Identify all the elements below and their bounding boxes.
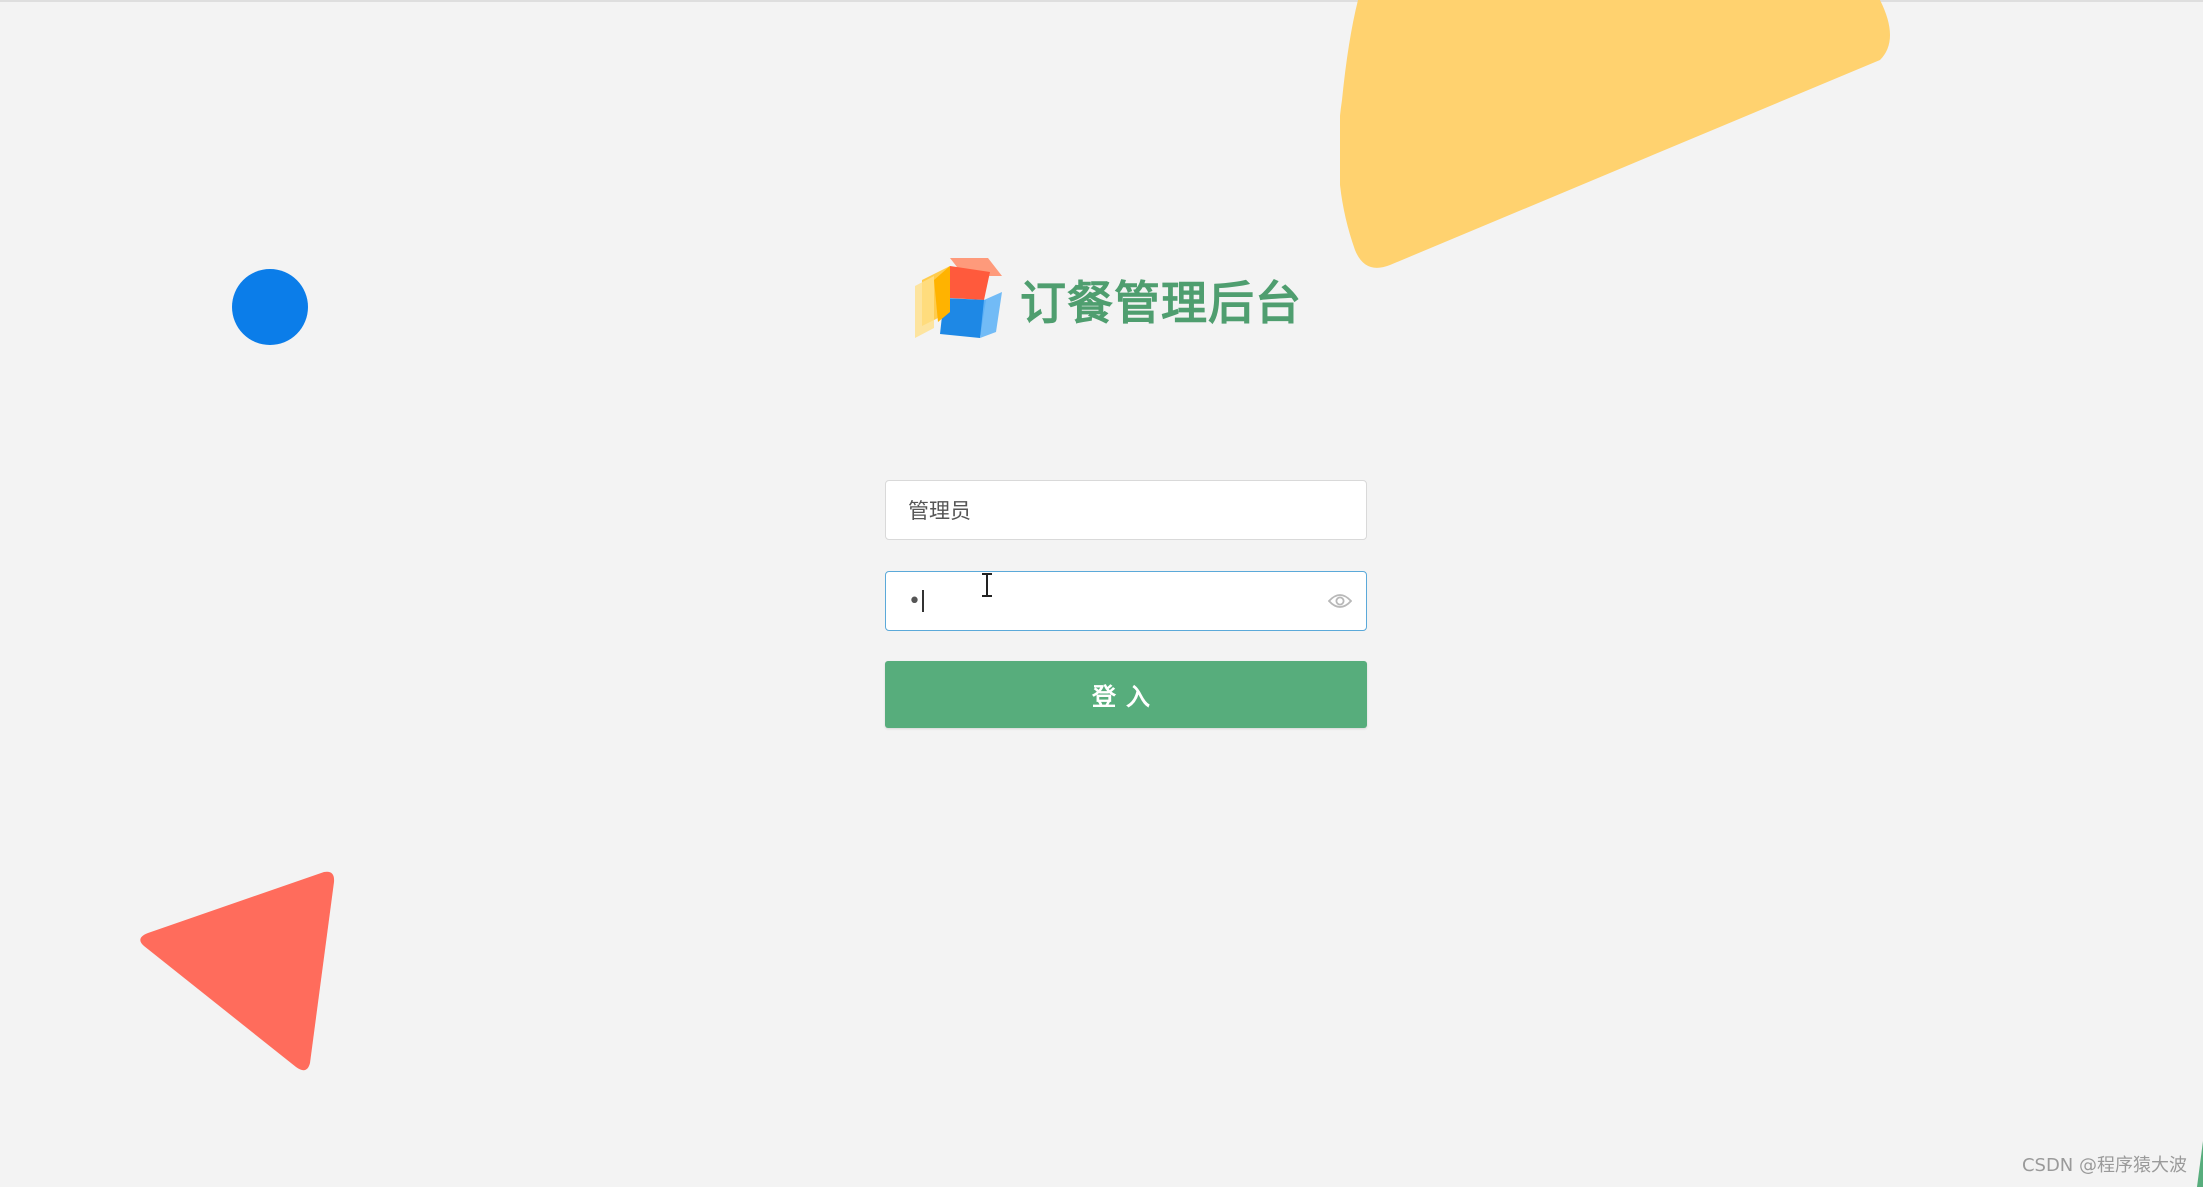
cube-logo-icon — [915, 258, 1002, 338]
input-caret — [921, 590, 924, 612]
username-field[interactable]: 管理员 — [885, 480, 1367, 540]
eye-icon[interactable] — [1328, 591, 1352, 611]
login-button[interactable]: 登入 — [885, 661, 1367, 728]
text-cursor-icon — [982, 573, 992, 597]
brand-header: 订餐管理后台 — [910, 252, 1302, 348]
red-decor-triangle — [140, 871, 335, 1071]
corner-decor-mark — [2197, 1141, 2203, 1187]
watermark-text: CSDN @程序猿大波 — [2021, 1155, 2187, 1176]
yellow-decor-shape — [1340, 0, 1890, 268]
username-value[interactable]: 管理员 — [908, 495, 971, 525]
app-title: 订餐管理后台 — [1020, 276, 1302, 330]
password-value[interactable]: • — [908, 589, 921, 614]
blue-decor-circle — [232, 269, 308, 345]
login-form: 管理员 • 登入 — [885, 480, 1367, 728]
password-field[interactable]: • — [885, 571, 1367, 631]
